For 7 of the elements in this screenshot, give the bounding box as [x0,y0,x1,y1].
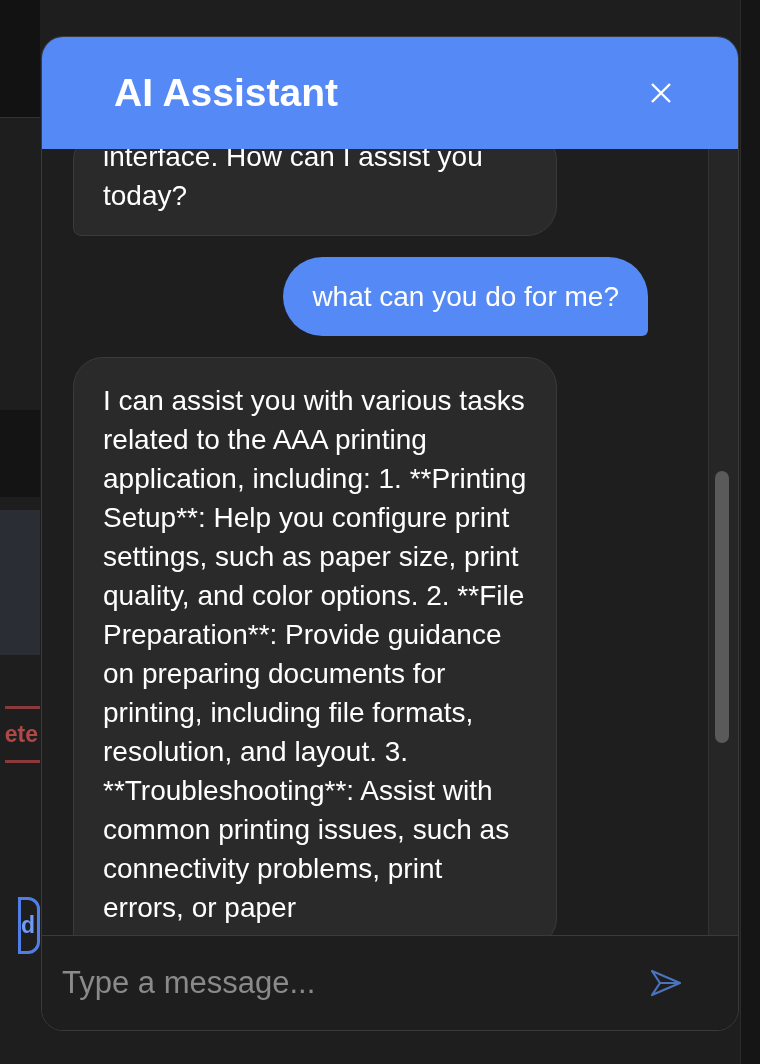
assistant-message: I can assist you with various tasks related to the AAA printing application, including: 1. **Printing Setup**: Help you configure print settings, such as paper size, print quality, and color options. 2. **File Preparation**: Provide guidance on preparing documents for printing, including file formats, resolution, and layout. 3. **Troubleshooting**: Assist with common printing issues, such as connectivity problems, print errors, or paper [73,357,557,935]
chat-title: AI Assistant [114,69,338,116]
user-message: what can you do for me? [283,257,648,336]
message-input[interactable]: Type a message... [62,959,650,1007]
scrollbar-thumb[interactable] [715,471,729,743]
close-icon[interactable] [650,82,672,104]
send-icon[interactable] [650,969,682,997]
